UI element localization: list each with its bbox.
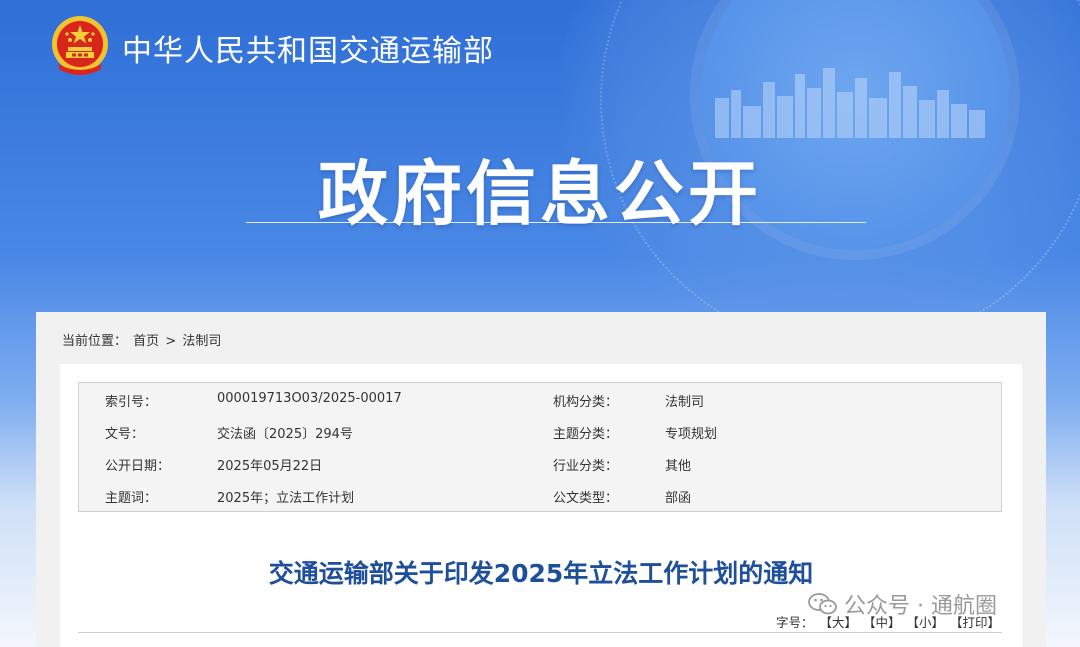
meta-label: 主题词：: [105, 491, 158, 506]
meta-label: 公开日期：: [105, 459, 171, 474]
banner-title: 政府信息公开: [318, 152, 762, 235]
meta-value: 专项规划: [665, 427, 718, 442]
breadcrumb-prefix: 当前位置：: [62, 334, 128, 349]
meta-label: 行业分类：: [553, 459, 619, 474]
metadata-row: 公开日期： 2025年05月22日 行业分类： 其他: [79, 447, 1001, 479]
meta-label: 索引号：: [105, 395, 158, 410]
metadata-table: 索引号： 000019713O03/2025-00017 机构分类： 法制司 文…: [78, 382, 1002, 512]
meta-label: 文号：: [105, 427, 145, 442]
metadata-row: 索引号： 000019713O03/2025-00017 机构分类： 法制司: [79, 383, 1001, 415]
meta-label: 机构分类：: [553, 395, 619, 410]
breadcrumb-separator: >: [165, 334, 177, 349]
metadata-row: 文号： 交法函〔2025〕294号 主题分类： 专项规划: [79, 415, 1001, 447]
metadata-row: 主题词： 2025年；立法工作计划 公文类型： 部函: [79, 479, 1001, 511]
meta-value: 其他: [665, 459, 692, 474]
meta-value: 2025年；立法工作计划: [217, 491, 355, 506]
meta-value: 000019713O03/2025-00017: [217, 391, 402, 406]
meta-label: 公文类型：: [553, 491, 619, 506]
content-panel: 当前位置： 首页 > 法制司 索引号： 000019713O03/2025-00…: [36, 312, 1046, 647]
meta-value: 2025年05月22日: [217, 459, 323, 474]
font-size-label: 字号：: [775, 615, 814, 630]
meta-value: 部函: [665, 491, 692, 506]
title-divider: [78, 632, 1002, 633]
article-container: 索引号： 000019713O03/2025-00017 机构分类： 法制司 文…: [60, 364, 1022, 647]
national-emblem-icon[interactable]: [48, 14, 112, 78]
org-name[interactable]: 中华人民共和国交通运输部: [122, 26, 494, 70]
font-size-controls: 字号： 【大】 【中】 【小】 【打印】: [776, 612, 1000, 631]
meta-value: 法制司: [665, 395, 705, 410]
font-size-small-button[interactable]: 【小】: [906, 615, 944, 630]
city-skyline-graphic: [715, 68, 985, 138]
print-button[interactable]: 【打印】: [950, 615, 1000, 630]
breadcrumb: 当前位置： 首页 > 法制司: [62, 330, 223, 349]
font-size-large-button[interactable]: 【大】: [819, 615, 857, 630]
breadcrumb-dept-link[interactable]: 法制司: [182, 334, 221, 349]
banner-divider: [246, 222, 866, 223]
meta-label: 主题分类：: [553, 427, 619, 442]
document-title: 交通运输部关于印发2025年立法工作计划的通知: [268, 559, 814, 588]
font-size-medium-button[interactable]: 【中】: [863, 615, 901, 630]
meta-value: 交法函〔2025〕294号: [217, 427, 353, 442]
breadcrumb-home-link[interactable]: 首页: [133, 334, 159, 349]
